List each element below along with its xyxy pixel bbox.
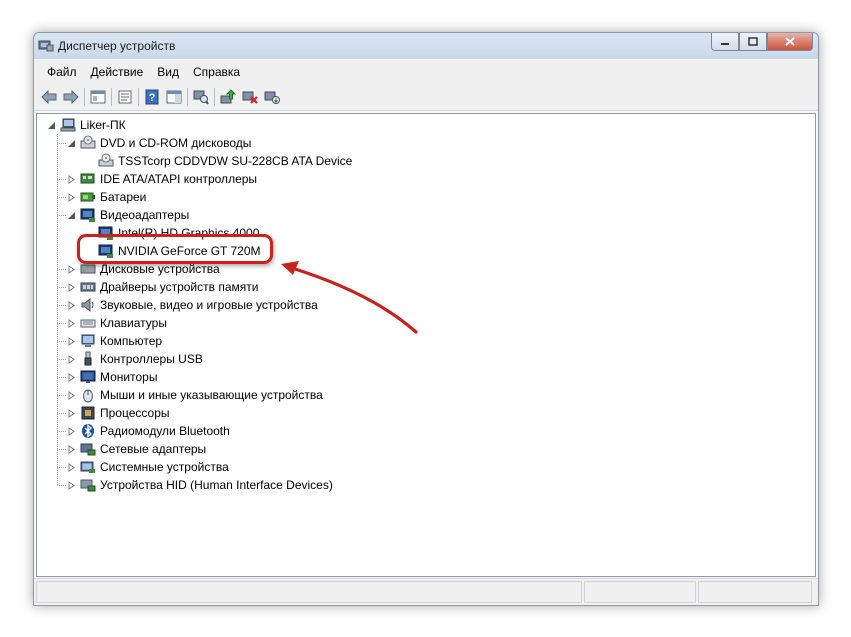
- annotation-arrow: [281, 261, 418, 334]
